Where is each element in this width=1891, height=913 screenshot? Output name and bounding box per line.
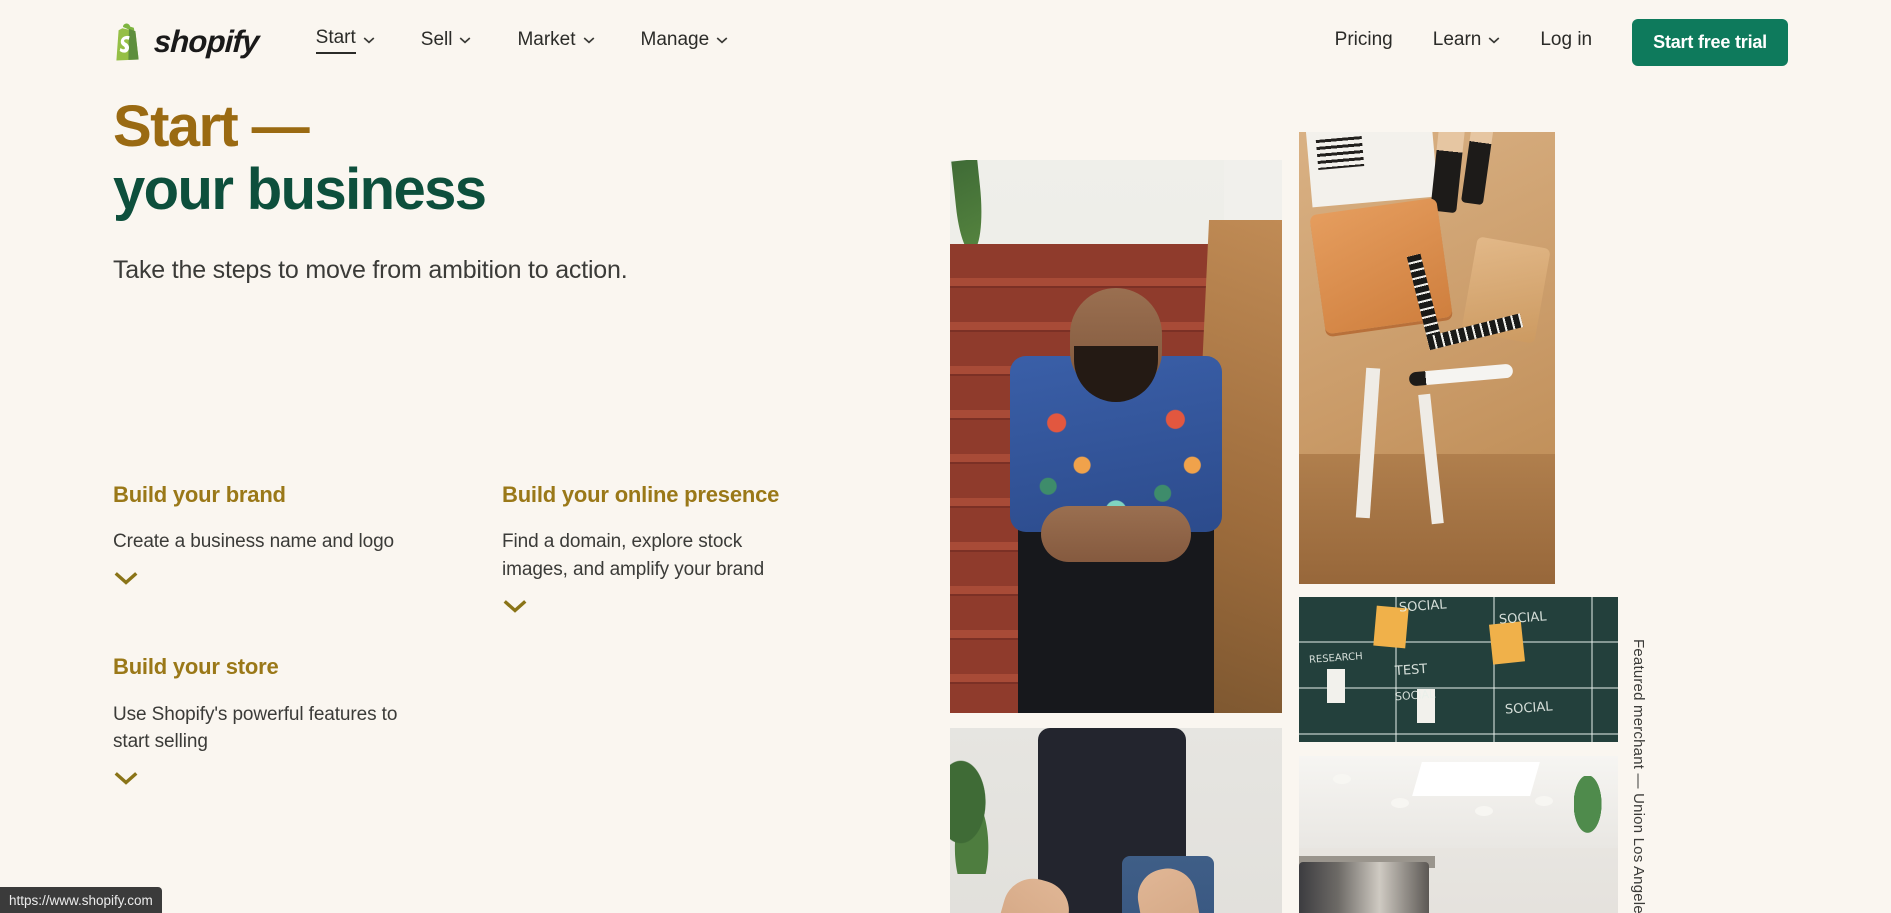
store-clothing-rack: [1299, 862, 1429, 913]
nav-item-learn-label: Learn: [1432, 29, 1482, 50]
chalkboard-index-card: [1327, 669, 1345, 703]
nav-item-market[interactable]: Market: [517, 29, 594, 55]
chalkboard-writing: TEST: [1394, 661, 1428, 680]
page-root: shopify Start Sell Market Manage Pricing…: [0, 0, 1891, 913]
headline-line-1: Start —: [113, 94, 310, 159]
store-ceiling-light: [1535, 796, 1553, 806]
store-ceiling-light: [1333, 774, 1351, 784]
step-card-build-your-online-presence[interactable]: Build your online presence Find a domain…: [502, 480, 787, 614]
store-skylight: [1412, 762, 1540, 796]
nav-item-sell[interactable]: Sell: [421, 29, 472, 55]
chevron-down-icon: [583, 37, 594, 44]
steps-section: Build your brand Create a business name …: [113, 480, 873, 786]
shopify-bag-icon: [116, 23, 139, 61]
nav-item-login[interactable]: Log in: [1540, 29, 1592, 55]
chevron-down-icon: [1488, 37, 1500, 44]
browser-status-bar-url: https://www.shopify.com: [0, 887, 162, 913]
chevron-down-icon[interactable]: [502, 598, 528, 614]
steps-row-1: Build your brand Create a business name …: [113, 480, 873, 614]
step-title: Build your brand: [113, 482, 286, 507]
desk-plant: [950, 754, 1004, 874]
nav-item-login-label: Log in: [1540, 29, 1593, 50]
nav-item-start-label: Start: [315, 27, 356, 54]
chevron-down-icon: [460, 37, 471, 44]
workbench-paper-marks: [1315, 136, 1365, 170]
step-card-build-your-brand[interactable]: Build your brand Create a business name …: [113, 480, 398, 586]
collage-image-workbench: [1299, 132, 1555, 584]
step-body: Find a domain, explore stock images, and…: [502, 531, 765, 581]
hero-text-block: Start — your business Take the steps to …: [113, 94, 813, 288]
store-ceiling-light: [1475, 806, 1493, 816]
site-header: shopify Start Sell Market Manage Pricing…: [0, 0, 1891, 84]
collage-image-retail-store: [1299, 756, 1618, 913]
start-free-trial-button[interactable]: Start free trial: [1632, 18, 1788, 66]
nav-item-manage-label: Manage: [640, 29, 710, 50]
hero-image-collage: SOCIAL SOCIAL RESEARCH TEST SOCIAL SOCIA…: [950, 132, 1740, 913]
steps-row-2: Build your store Use Shopify's powerful …: [113, 652, 873, 786]
headline-line-2: your business: [113, 156, 487, 222]
collage-image-person-at-desk: [950, 728, 1282, 913]
chevron-down-icon: [363, 37, 375, 44]
nav-item-learn[interactable]: Learn: [1433, 29, 1501, 55]
nav-item-pricing[interactable]: Pricing: [1335, 29, 1393, 55]
shopify-logo[interactable]: shopify: [113, 23, 260, 61]
chevron-down-icon[interactable]: [113, 770, 139, 786]
nav-item-manage[interactable]: Manage: [641, 29, 729, 55]
featured-merchant-caption: Featured merchant — Union Los Angeles: [1630, 639, 1647, 913]
step-body: Create a business name and logo: [113, 531, 395, 553]
primary-nav: Start Sell Market Manage: [315, 27, 729, 58]
chevron-down-icon[interactable]: [113, 570, 139, 586]
store-hanging-plant: [1574, 776, 1608, 846]
chalkboard-grid: [1299, 597, 1618, 742]
brand-wordmark: shopify: [153, 24, 260, 59]
nav-item-pricing-label: Pricing: [1334, 29, 1393, 50]
collage-image-chalkboard: SOCIAL SOCIAL RESEARCH TEST SOCIAL SOCIA…: [1299, 597, 1618, 742]
collage-image-merchant-portrait: [950, 160, 1282, 713]
nav-item-start[interactable]: Start: [315, 27, 375, 58]
portrait-clasped-hands: [1041, 506, 1191, 562]
step-body: Use Shopify's powerful features to start…: [113, 703, 398, 753]
page-title: Start — your business: [113, 94, 813, 222]
chalkboard-sticky-note: [1488, 621, 1526, 665]
step-title: Build your store: [113, 654, 279, 680]
hero-subheadline: Take the steps to move from ambition to …: [113, 256, 628, 285]
step-card-build-your-store[interactable]: Build your store Use Shopify's powerful …: [113, 652, 398, 786]
nav-item-sell-label: Sell: [420, 29, 453, 50]
chevron-down-icon: [716, 37, 728, 44]
store-ceiling-light: [1391, 798, 1409, 808]
step-title: Build your online presence: [502, 482, 780, 507]
nav-item-market-label: Market: [517, 29, 576, 50]
secondary-nav: Pricing Learn Log in Start free trial: [1335, 18, 1788, 66]
